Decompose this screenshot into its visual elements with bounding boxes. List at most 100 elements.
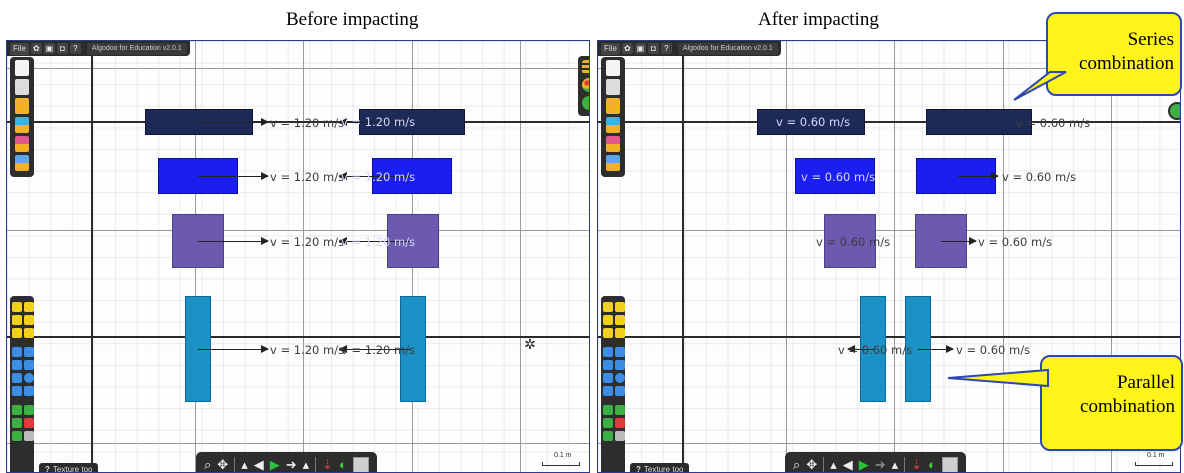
box-icon[interactable] [603, 373, 613, 383]
rotate-icon[interactable] [12, 328, 22, 338]
redo-icon[interactable]: ➜ [875, 457, 886, 472]
move-icon[interactable] [603, 315, 613, 325]
scene-folder-icon[interactable] [15, 117, 29, 133]
step-back-icon[interactable]: ▴ [830, 457, 837, 472]
parallel-callout-line2: combination [1080, 396, 1175, 417]
fixate-icon[interactable] [12, 405, 22, 415]
tracer-icon[interactable] [603, 418, 613, 428]
velocity-label: v = 0.60 m/s [956, 343, 1031, 357]
move-icon[interactable] [12, 315, 22, 325]
open-folder-icon[interactable] [15, 98, 29, 114]
screenshot-icon[interactable] [606, 136, 620, 152]
settings-icon[interactable] [1168, 102, 1180, 120]
cut-icon[interactable] [24, 302, 34, 312]
scale-bar [542, 462, 580, 466]
help-button[interactable]: ? [69, 43, 81, 54]
new-scene-icon[interactable] [15, 60, 29, 76]
fixate-icon[interactable] [603, 405, 613, 415]
spring-icon[interactable] [24, 386, 34, 396]
sketch-icon[interactable] [12, 302, 22, 312]
step-forward-icon[interactable]: ▴ [892, 457, 899, 472]
x-axis [7, 336, 589, 338]
gear-tool-icon[interactable] [24, 360, 34, 370]
brush-icon[interactable] [615, 347, 625, 357]
texture-tool-label[interactable]: ? Texture too [630, 463, 690, 472]
help-button[interactable]: ? [660, 43, 672, 54]
velocity-arrow [941, 237, 977, 245]
redo-icon[interactable]: ➜ [286, 457, 297, 472]
simulation-panel-before[interactable]: File ✿ ▣ ◘ ? Algodoo for Education v2.0.… [6, 40, 590, 473]
plane-icon[interactable] [603, 360, 613, 370]
save-icon[interactable]: ▣ [43, 43, 55, 54]
tracer-icon[interactable] [12, 418, 22, 428]
scene-folder-icon[interactable] [606, 117, 620, 133]
series-callout-line1: Series [1127, 29, 1174, 50]
file-menu[interactable]: File [10, 42, 29, 55]
window-icon[interactable]: ◘ [647, 43, 659, 54]
save-scene-icon[interactable] [606, 79, 620, 95]
open-folder-icon[interactable] [606, 98, 620, 114]
velocity-label: v = 0.60 m/s [801, 170, 876, 184]
laser-icon[interactable] [615, 418, 625, 428]
save-icon[interactable]: ▣ [634, 43, 646, 54]
air-icon[interactable]: ◐ [928, 457, 936, 472]
menu-lines-icon[interactable] [582, 60, 589, 74]
sketch-icon[interactable] [603, 302, 613, 312]
thruster-icon[interactable] [12, 431, 22, 441]
plane-icon[interactable] [12, 360, 22, 370]
gravity-icon[interactable]: ⇣ [322, 457, 333, 472]
grid-line [786, 41, 787, 472]
undo-icon[interactable]: ◀ [254, 457, 264, 472]
window-icon[interactable]: ◘ [56, 43, 68, 54]
gear-icon[interactable]: ✿ [30, 43, 42, 54]
rotate-icon[interactable] [603, 328, 613, 338]
zoom-icon[interactable]: ⌕ [204, 457, 211, 472]
laser-icon[interactable] [24, 418, 34, 428]
texture-icon[interactable] [24, 431, 34, 441]
drag-icon[interactable] [615, 315, 625, 325]
play-icon[interactable]: ▶ [270, 457, 280, 472]
chain-icon[interactable] [12, 386, 22, 396]
gear-tool-icon[interactable] [615, 360, 625, 370]
cut-icon[interactable] [615, 302, 625, 312]
air-icon[interactable]: ◐ [339, 457, 347, 472]
pan-icon[interactable]: ✥ [806, 457, 817, 472]
pan-icon[interactable]: ✥ [217, 457, 228, 472]
thruster-icon[interactable] [603, 431, 613, 441]
chain-icon[interactable] [603, 386, 613, 396]
scale-icon[interactable] [24, 328, 34, 338]
palette-icon[interactable] [582, 78, 589, 92]
hinge-icon[interactable] [615, 405, 625, 415]
drag-icon[interactable] [24, 315, 34, 325]
polygon-icon[interactable] [603, 347, 613, 357]
grid-icon[interactable] [352, 457, 369, 472]
save-scene-icon[interactable] [15, 79, 29, 95]
hinge-icon[interactable] [24, 405, 34, 415]
circle-icon[interactable] [24, 373, 34, 383]
undo-icon[interactable]: ◀ [843, 457, 853, 472]
notes-icon[interactable] [606, 155, 620, 171]
gear-icon[interactable]: ✿ [621, 43, 633, 54]
step-back-icon[interactable]: ▴ [241, 457, 248, 472]
left-toolbar [601, 57, 625, 177]
polygon-icon[interactable] [12, 347, 22, 357]
texture-icon[interactable] [615, 431, 625, 441]
file-menu[interactable]: File [601, 42, 620, 55]
play-icon[interactable]: ▶ [859, 457, 869, 472]
screenshot-icon[interactable] [15, 136, 29, 152]
new-scene-icon[interactable] [606, 60, 620, 76]
step-forward-icon[interactable]: ▴ [303, 457, 310, 472]
spring-icon[interactable] [615, 386, 625, 396]
gravity-icon[interactable]: ⇣ [911, 457, 922, 472]
brush-icon[interactable] [24, 347, 34, 357]
scale-icon[interactable] [615, 328, 625, 338]
velocity-label: v = 0.60 m/s [816, 235, 891, 249]
texture-tool-label[interactable]: ? Texture too [39, 463, 99, 472]
box-icon[interactable] [12, 373, 22, 383]
grid-icon[interactable] [941, 457, 958, 472]
notes-icon[interactable] [15, 155, 29, 171]
circle-icon[interactable] [615, 373, 625, 383]
settings-icon[interactable] [582, 96, 589, 110]
y-axis [682, 41, 684, 472]
zoom-icon[interactable]: ⌕ [793, 457, 800, 472]
